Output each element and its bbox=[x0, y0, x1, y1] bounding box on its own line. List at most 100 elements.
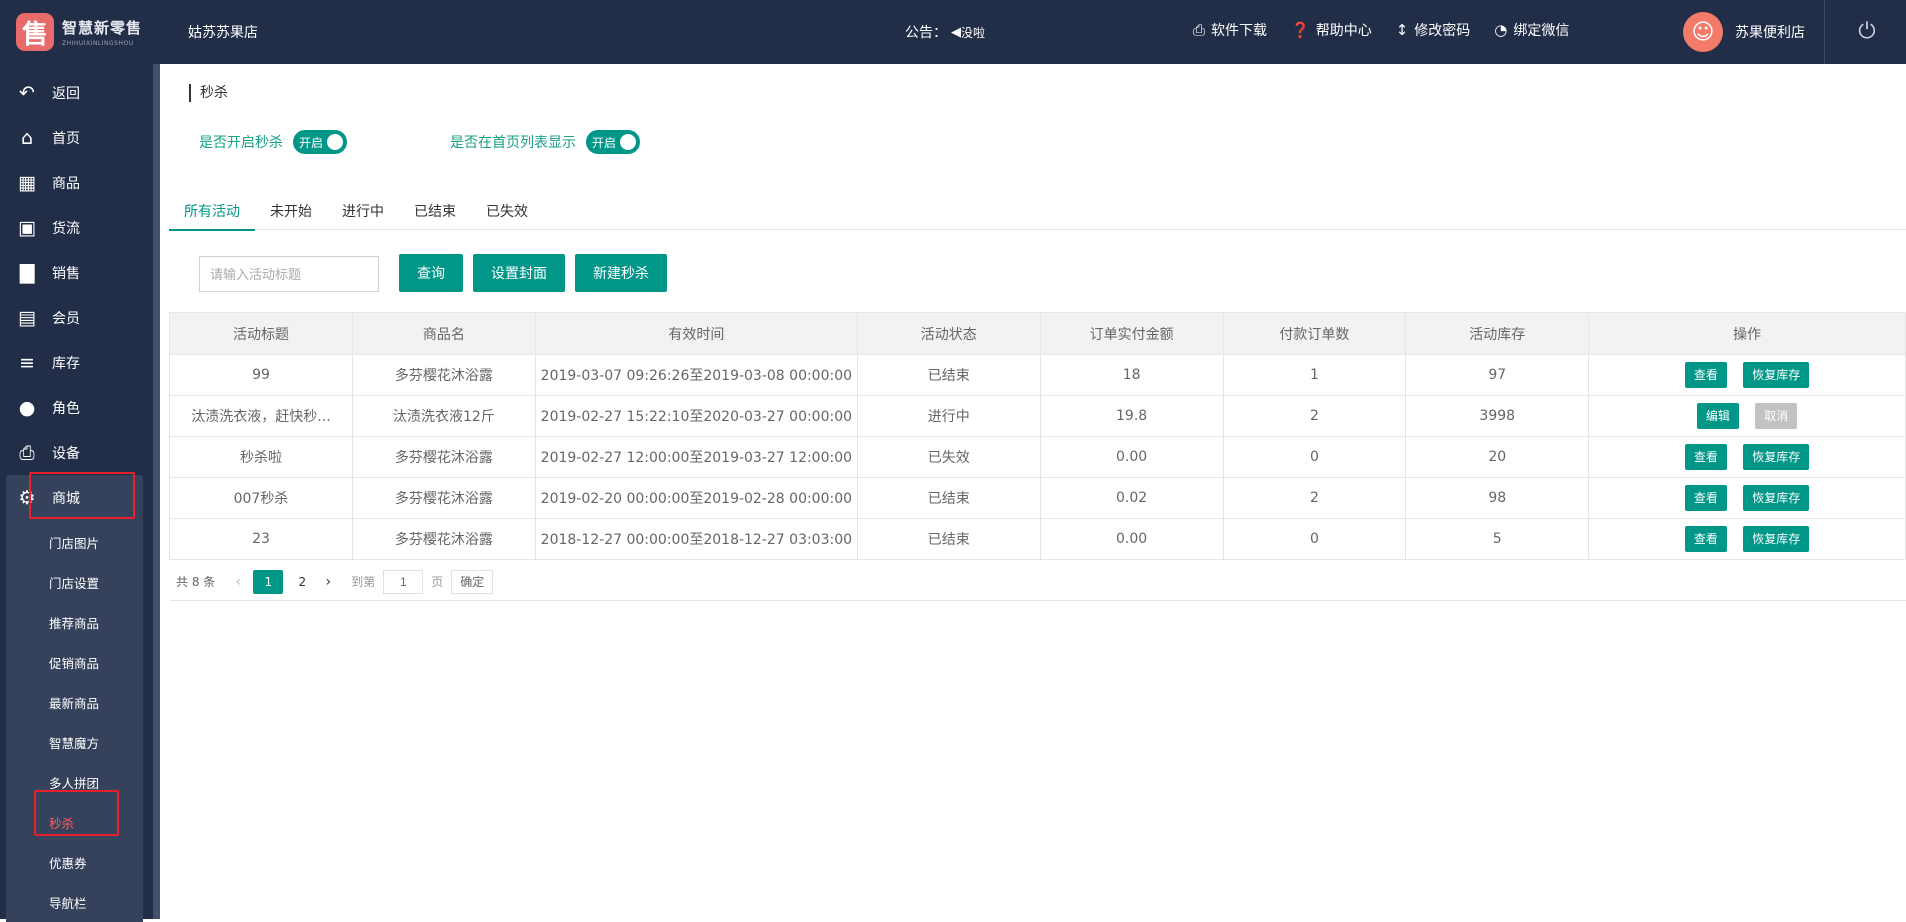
cell-actions: 编辑 取消 bbox=[1588, 395, 1906, 437]
sidebar-item-label: 销售 bbox=[52, 265, 80, 282]
cell-amount: 0.02 bbox=[1039, 477, 1224, 519]
table-row: 秒杀啦 多芬樱花沐浴露 2019-02-27 12:00:00至2019-03-… bbox=[169, 436, 1906, 478]
sidebar-item-inventory[interactable]: ≡ 库存 bbox=[0, 340, 153, 385]
cell-product: 多芬樱花沐浴露 bbox=[351, 354, 536, 396]
tab-not-started[interactable]: 未开始 bbox=[255, 194, 327, 230]
database-icon: ≡ bbox=[19, 351, 35, 374]
column-header: 活动标题 bbox=[169, 312, 353, 355]
truck-icon: ▣ bbox=[18, 216, 36, 239]
id-card-icon: ▤ bbox=[18, 306, 36, 329]
restore-stock-button[interactable]: 恢复库存 bbox=[1743, 526, 1810, 552]
column-header: 有效时间 bbox=[534, 312, 858, 355]
sidebar-item-sales[interactable]: ▇ 销售 bbox=[0, 250, 153, 295]
sidebar-item-label: 设备 bbox=[52, 445, 80, 462]
user-menu[interactable]: ☺ 苏果便利店 bbox=[1683, 12, 1805, 52]
grid-icon: ▦ bbox=[18, 171, 36, 194]
tab-all[interactable]: 所有活动 bbox=[169, 194, 255, 231]
sidebar-item-devices[interactable]: ⎙ 设备 bbox=[0, 430, 153, 475]
page-number-1[interactable]: 1 bbox=[253, 569, 284, 594]
search-input[interactable] bbox=[199, 256, 379, 292]
user-icon: ● bbox=[18, 396, 36, 419]
enable-flash-sale-toggle[interactable]: 开启 bbox=[293, 130, 347, 154]
logo-en: ZHIHUIXINLINGSHOU bbox=[62, 40, 134, 47]
view-button[interactable]: 查看 bbox=[1684, 526, 1727, 552]
restore-stock-button[interactable]: 恢复库存 bbox=[1743, 362, 1810, 388]
cell-product: 汰渍洗衣液12斤 bbox=[351, 395, 536, 437]
help-link[interactable]: ❓ 帮助中心 bbox=[1291, 20, 1372, 40]
sidebar-item-label: 角色 bbox=[52, 400, 80, 417]
cell-time: 2019-02-27 15:22:10至2020-03-27 00:00:00 bbox=[534, 395, 858, 437]
edit-button[interactable]: 编辑 bbox=[1696, 403, 1739, 429]
view-button[interactable]: 查看 bbox=[1684, 444, 1727, 470]
store-name[interactable]: 姑苏苏果店 bbox=[188, 22, 258, 42]
query-button[interactable]: 查询 bbox=[399, 254, 463, 292]
sub-item-magic-cube[interactable]: 智慧魔方 bbox=[6, 722, 143, 762]
sidebar-item-label: 货流 bbox=[52, 220, 80, 237]
prev-page-icon[interactable]: ‹ bbox=[227, 574, 249, 590]
cell-time: 2019-03-07 09:26:26至2019-03-08 00:00:00 bbox=[534, 354, 858, 396]
switch-row-enable: 是否开启秒杀 开启 bbox=[199, 130, 347, 154]
column-header: 付款订单数 bbox=[1222, 312, 1407, 355]
gears-icon: ⚙ bbox=[18, 486, 36, 509]
sub-item-promotions[interactable]: 促销商品 bbox=[6, 642, 143, 682]
question-circle-icon: ❓ bbox=[1291, 21, 1310, 39]
cell-status: 已结束 bbox=[856, 477, 1041, 519]
restore-stock-button[interactable]: 恢复库存 bbox=[1743, 444, 1810, 470]
cell-stock: 98 bbox=[1405, 477, 1590, 519]
logo-mark-icon: 售 bbox=[16, 13, 54, 51]
cell-status: 进行中 bbox=[856, 395, 1041, 437]
cell-product: 多芬樱花沐浴露 bbox=[351, 436, 536, 478]
sidebar-item-roles[interactable]: ● 角色 bbox=[0, 385, 153, 430]
sub-item-store-images[interactable]: 门店图片 bbox=[6, 522, 143, 562]
avatar[interactable]: ☺ bbox=[1683, 12, 1723, 52]
cell-title: 007秒杀 bbox=[169, 477, 353, 519]
sidebar-item-home[interactable]: ⌂ 首页 bbox=[0, 115, 153, 160]
goto-page-input[interactable] bbox=[383, 569, 424, 594]
view-button[interactable]: 查看 bbox=[1684, 485, 1727, 511]
column-header: 商品名 bbox=[351, 312, 536, 355]
sub-item-recommended[interactable]: 推荐商品 bbox=[6, 602, 143, 642]
toggle-knob bbox=[327, 134, 343, 150]
sidebar-item-label: 库存 bbox=[52, 355, 80, 372]
page-number-2[interactable]: 2 bbox=[287, 570, 317, 594]
sidebar-item-mall[interactable]: ⚙ 商城 bbox=[6, 475, 143, 520]
cancel-button[interactable]: 取消 bbox=[1755, 403, 1798, 429]
sub-item-group-buy[interactable]: 多人拼团 bbox=[6, 762, 143, 802]
bind-wechat-link[interactable]: ◔ 绑定微信 bbox=[1494, 20, 1569, 40]
power-icon[interactable]: ⏻ bbox=[1853, 18, 1881, 46]
cell-orders: 0 bbox=[1222, 436, 1407, 478]
tab-in-progress[interactable]: 进行中 bbox=[327, 194, 399, 230]
sidebar-item-logistics[interactable]: ▣ 货流 bbox=[0, 205, 153, 250]
sub-item-navbar[interactable]: 导航栏 bbox=[6, 882, 143, 922]
sub-item-flash-sale[interactable]: 秒杀 bbox=[6, 802, 143, 842]
sidebar-item-label: 会员 bbox=[52, 310, 80, 327]
cell-stock: 3998 bbox=[1405, 395, 1590, 437]
logo[interactable]: 售 智慧新零售 ZHIHUIXINLINGSHOU bbox=[0, 0, 153, 64]
sidebar: 售 智慧新零售 ZHIHUIXINLINGSHOU ↶ 返回 ⌂ 首页 ▦ 商品… bbox=[0, 0, 153, 922]
goto-confirm-button[interactable]: 确定 bbox=[451, 569, 494, 594]
tab-expired[interactable]: 已失效 bbox=[471, 194, 543, 230]
sidebar-item-back[interactable]: ↶ 返回 bbox=[0, 70, 153, 115]
tab-ended[interactable]: 已结束 bbox=[399, 194, 471, 230]
cell-status: 已结束 bbox=[856, 354, 1041, 396]
sidebar-item-label: 商品 bbox=[52, 175, 80, 192]
username[interactable]: 苏果便利店 bbox=[1735, 22, 1805, 42]
sub-item-newest[interactable]: 最新商品 bbox=[6, 682, 143, 722]
cell-orders: 2 bbox=[1222, 477, 1407, 519]
next-page-icon[interactable]: › bbox=[317, 574, 339, 590]
cell-stock: 5 bbox=[1405, 518, 1590, 560]
sidebar-item-members[interactable]: ▤ 会员 bbox=[0, 295, 153, 340]
restore-stock-button[interactable]: 恢复库存 bbox=[1743, 485, 1810, 511]
sub-item-store-settings[interactable]: 门店设置 bbox=[6, 562, 143, 602]
set-cover-button[interactable]: 设置封面 bbox=[473, 254, 565, 292]
sub-item-coupons[interactable]: 优惠券 bbox=[6, 842, 143, 882]
cell-amount: 0.00 bbox=[1039, 518, 1224, 560]
download-link[interactable]: ⎙ 软件下载 bbox=[1193, 20, 1267, 40]
homepage-display-toggle[interactable]: 开启 bbox=[586, 130, 640, 154]
new-flash-sale-button[interactable]: 新建秒杀 bbox=[575, 254, 667, 292]
cell-product: 多芬樱花沐浴露 bbox=[351, 518, 536, 560]
sidebar-item-goods[interactable]: ▦ 商品 bbox=[0, 160, 153, 205]
change-password-link[interactable]: ↕ 修改密码 bbox=[1396, 20, 1471, 40]
cell-status: 已结束 bbox=[856, 518, 1041, 560]
view-button[interactable]: 查看 bbox=[1684, 362, 1727, 388]
